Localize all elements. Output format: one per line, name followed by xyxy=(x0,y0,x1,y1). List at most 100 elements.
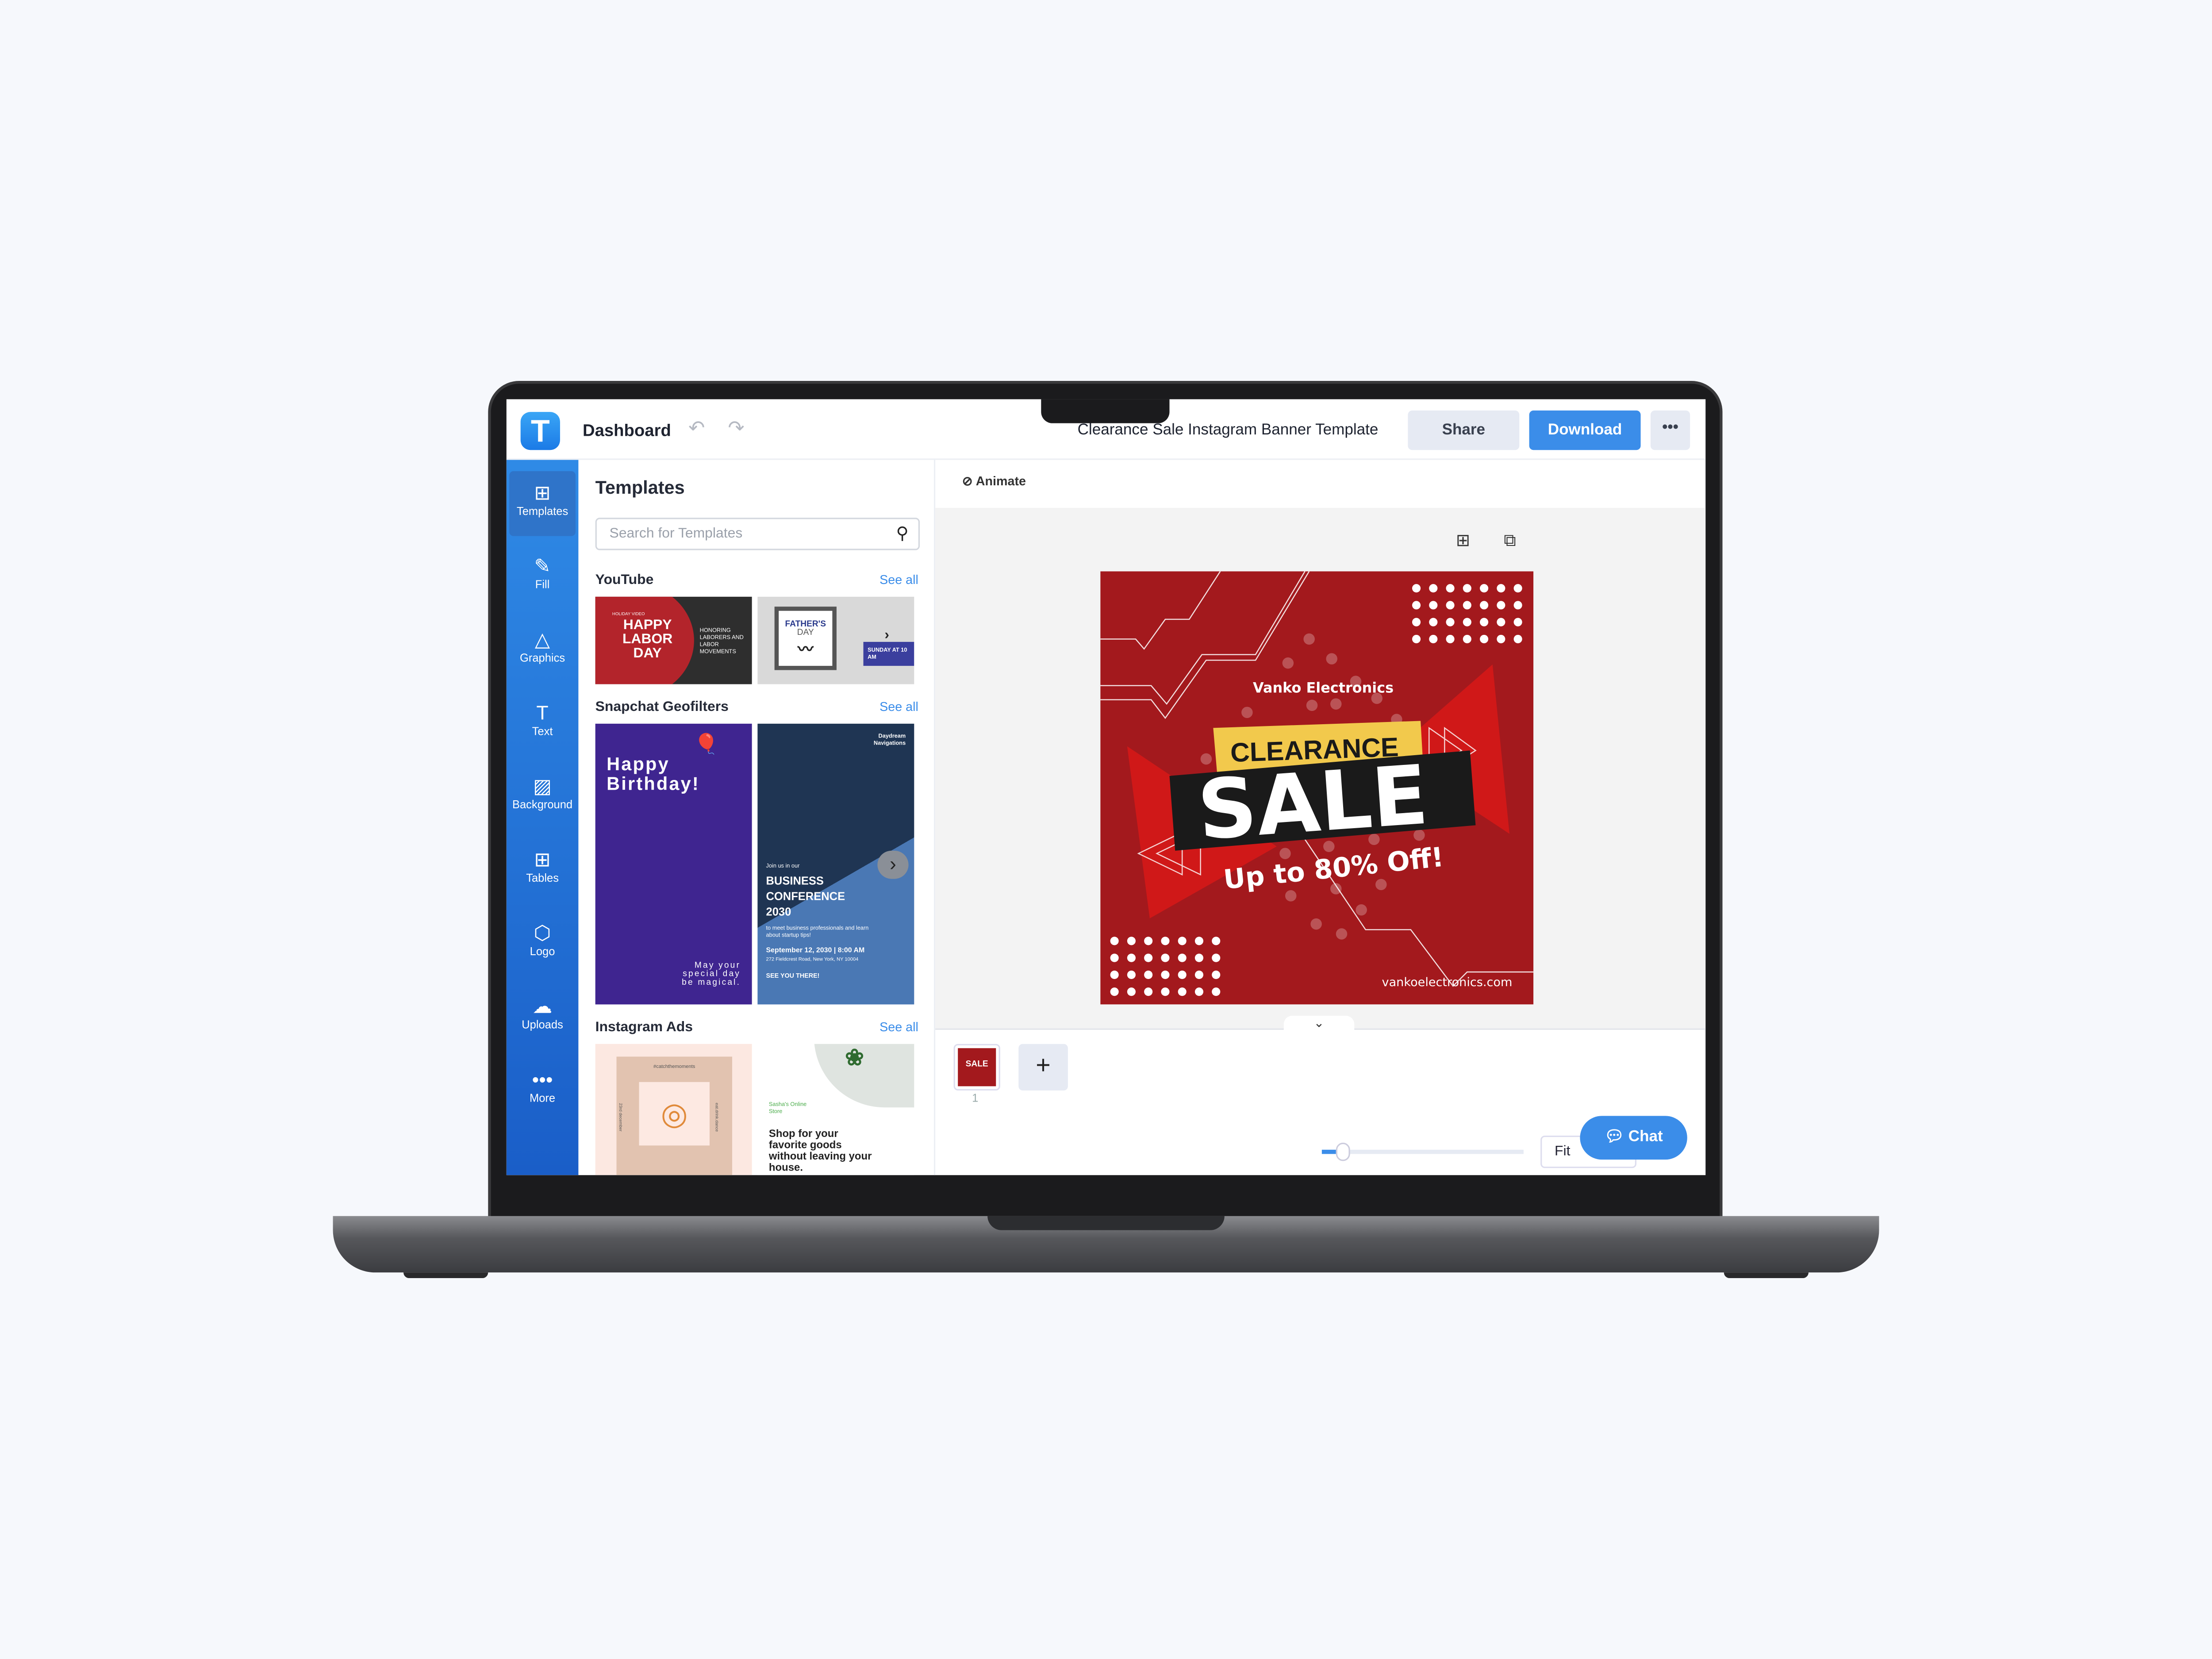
add-frame-icon[interactable]: ⊞ xyxy=(1456,530,1470,550)
faded-dot xyxy=(1336,928,1348,940)
template-card[interactable]: Happy Birthday! May your special day be … xyxy=(595,723,752,1005)
dot xyxy=(1161,953,1170,962)
dot xyxy=(1161,987,1170,996)
sidebar-item-uploads[interactable]: ☁ Uploads xyxy=(509,985,576,1050)
app-window: T Dashboard ↶ ↷ Clearance Sale Instagram… xyxy=(506,399,1706,1175)
templates-panel: Templates Search for Templates ⚲ YouTube… xyxy=(578,460,936,1175)
template-card[interactable]: HOLIDAY VIDEO HAPPY LABOR DAY HONORING L… xyxy=(595,596,752,684)
card-kicker: HOLIDAY VIDEO xyxy=(612,611,645,617)
animate-button[interactable]: ⊘ Animate xyxy=(962,474,1026,489)
dot xyxy=(1178,937,1187,945)
template-card[interactable]: Daydream Navigations Join us in our BUSI… xyxy=(757,723,914,1005)
card-subtitle: to meet business professionals and learn… xyxy=(766,924,869,938)
faded-dot xyxy=(1326,653,1337,664)
dot xyxy=(1110,937,1119,945)
dot xyxy=(1497,618,1505,626)
sidebar-item-label: Graphics xyxy=(520,652,565,664)
chat-label: Chat xyxy=(1628,1129,1663,1146)
dot xyxy=(1513,618,1522,626)
dot xyxy=(1212,970,1221,979)
next-arrow-icon[interactable]: › xyxy=(877,850,909,879)
shapes-icon: △ xyxy=(534,628,550,651)
zoom-slider-handle[interactable] xyxy=(1336,1142,1350,1161)
see-all-youtube[interactable]: See all xyxy=(879,573,918,587)
share-button[interactable]: Share xyxy=(1408,410,1520,450)
sidebar-item-fill[interactable]: ✎ Fill xyxy=(509,545,576,610)
zoom-slider[interactable] xyxy=(1321,1142,1524,1161)
dot xyxy=(1194,987,1204,996)
website: vankoelectronics.com xyxy=(1382,975,1513,989)
card-date: September 12, 2030 | 8:00 AM xyxy=(766,946,865,955)
faded-dot xyxy=(1303,633,1315,645)
search-input[interactable]: Search for Templates ⚲ xyxy=(595,518,920,550)
faded-dot xyxy=(1282,657,1294,669)
dot xyxy=(1480,634,1489,644)
table-icon: ⊞ xyxy=(534,848,551,871)
sidebar-item-graphics[interactable]: △ Graphics xyxy=(509,618,576,683)
more-options-button[interactable]: ••• xyxy=(1650,410,1690,450)
dot xyxy=(1497,634,1505,644)
next-arrow-icon[interactable]: › xyxy=(884,628,889,643)
card-frame: FATHER'S DAY 〰 xyxy=(774,607,837,670)
template-card[interactable]: ❀ Sasha's Online Store Shop for your fav… xyxy=(757,1044,914,1175)
template-card[interactable]: FATHER'S DAY 〰 SUNDAY AT 10 AM › xyxy=(757,596,914,684)
download-button[interactable]: Download xyxy=(1529,410,1641,450)
template-card[interactable]: ◎ #catchthemoments 23rd december eat.dri… xyxy=(595,1044,752,1175)
laptop-base-notch xyxy=(987,1216,1225,1230)
background-icon: ▨ xyxy=(533,774,552,797)
app-logo[interactable]: T xyxy=(520,412,560,450)
undo-icon[interactable]: ↶ xyxy=(688,416,705,440)
dashboard-link[interactable]: Dashboard xyxy=(583,420,671,440)
dot xyxy=(1212,987,1221,996)
document-title[interactable]: Clearance Sale Instagram Banner Template xyxy=(1078,422,1379,438)
sidebar-item-text[interactable]: T Text xyxy=(509,691,576,757)
design-canvas[interactable]: CLEARANCE SALE Up to 80% Off! Vanko Elec… xyxy=(1100,571,1534,1005)
dot xyxy=(1127,970,1136,979)
sidebar: ⊞ Templates ✎ Fill △ Graphics T Text ▨ Background… xyxy=(506,460,579,1175)
expand-pages-icon[interactable]: ⌄ xyxy=(1283,1015,1355,1033)
faded-dot xyxy=(1241,707,1253,718)
zoom-slider-fill xyxy=(1321,1149,1336,1154)
dot xyxy=(1513,601,1522,610)
sidebar-item-label: Fill xyxy=(535,578,550,591)
card-badge: SUNDAY AT 10 AM xyxy=(863,641,914,666)
animate-icon: ⊘ xyxy=(962,474,973,488)
dot xyxy=(1446,601,1455,610)
sidebar-item-label: Text xyxy=(532,725,553,738)
dot xyxy=(1497,601,1505,610)
dot xyxy=(1161,970,1170,979)
dot xyxy=(1194,970,1204,979)
sidebar-item-more[interactable]: ••• More xyxy=(509,1058,576,1123)
dot xyxy=(1446,618,1455,626)
see-all-instagram[interactable]: See all xyxy=(879,1020,918,1034)
faded-dot xyxy=(1306,699,1318,711)
dot xyxy=(1194,953,1204,962)
section-title-youtube: YouTube xyxy=(595,572,654,588)
dot xyxy=(1127,987,1136,996)
sidebar-item-templates[interactable]: ⊞ Templates xyxy=(509,471,576,536)
sidebar-item-label: Templates xyxy=(516,505,568,518)
dot xyxy=(1480,584,1489,593)
search-icon[interactable]: ⚲ xyxy=(896,523,909,543)
card-title: HAPPY LABOR DAY xyxy=(622,618,673,662)
see-all-snapchat[interactable]: See all xyxy=(879,700,918,714)
duplicate-icon[interactable]: ⧉ xyxy=(1504,530,1516,552)
sidebar-item-tables[interactable]: ⊞ Tables xyxy=(509,838,576,903)
laptop-foot xyxy=(403,1272,488,1279)
sidebar-item-logo[interactable]: ⬡ Logo xyxy=(509,911,576,976)
redo-icon[interactable]: ↷ xyxy=(728,416,744,440)
sidebar-item-label: Uploads xyxy=(522,1018,563,1031)
panel-title: Templates xyxy=(595,476,685,498)
sidebar-item-label: More xyxy=(529,1092,556,1105)
page-thumbnail[interactable]: SALE xyxy=(953,1044,1000,1091)
dot xyxy=(1463,584,1471,593)
card-cta: SEE YOU THERE! xyxy=(766,972,820,979)
logo-icon: ⬡ xyxy=(534,921,551,944)
chat-button[interactable]: 💬︎ Chat xyxy=(1580,1116,1687,1160)
balloon-doodle-icon: 🎈 xyxy=(694,732,719,755)
add-page-button[interactable]: + xyxy=(1018,1044,1068,1091)
card-title: Shop for your favorite goods without lea… xyxy=(768,1127,872,1174)
dot xyxy=(1412,618,1421,626)
faded-dot xyxy=(1330,883,1342,895)
sidebar-item-background[interactable]: ▨ Background xyxy=(509,764,576,830)
